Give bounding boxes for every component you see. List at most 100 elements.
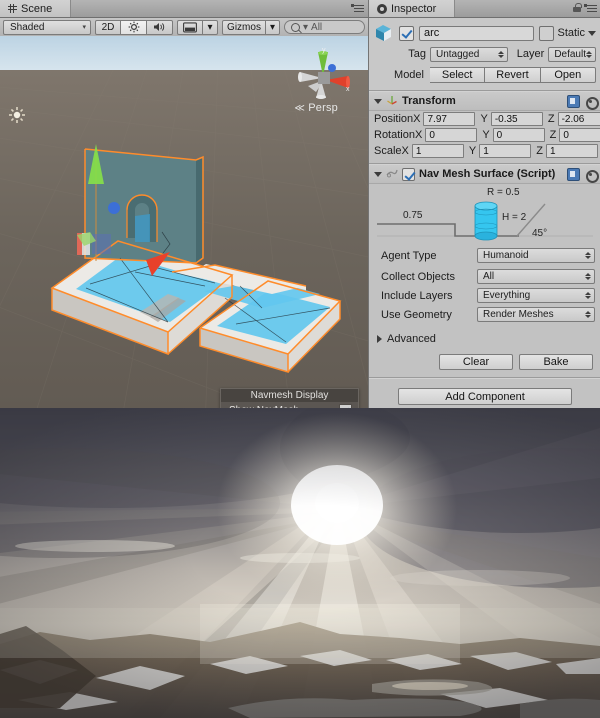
layer-label: Layer — [516, 48, 545, 60]
scene-audio-toggle[interactable] — [147, 19, 173, 35]
inspector-tabstrip: Inspector — [369, 0, 600, 18]
advanced-foldout-icon[interactable] — [377, 335, 382, 343]
agent-parameters-diagram: R = 0.5 H = 2 0.75 45° — [369, 184, 600, 246]
position-z-input[interactable]: -2.06 — [557, 112, 600, 126]
search-scope-chevron-icon: ▾ — [303, 21, 309, 33]
transform-title: Transform — [402, 95, 456, 107]
navmesh-surface-header[interactable]: Nav Mesh Surface (Script) — [369, 165, 600, 184]
scene-lighting-toggle[interactable] — [121, 19, 147, 35]
axis-y-label: Y — [480, 113, 488, 125]
gameobject-name-input[interactable]: arc — [419, 25, 535, 41]
help-book-icon[interactable] — [567, 94, 580, 108]
scene-view-toolbar: Shaded ▾ 2D ▾ Gizmos ▾ ▾ All — [0, 18, 368, 37]
add-component-button[interactable]: Add Component — [398, 388, 572, 405]
static-label: Static — [557, 27, 585, 39]
static-checkbox[interactable] — [539, 25, 555, 41]
use-geometry-dropdown[interactable]: Render Meshes — [477, 307, 595, 322]
advanced-foldout[interactable]: Advanced — [369, 329, 600, 349]
scene-view-panel: Scene Shaded ▾ 2D ▾ Gizmos ▾ ▾ All y x ≪… — [0, 0, 368, 408]
grid-icon — [8, 4, 17, 13]
navmesh-foldout-icon[interactable] — [374, 171, 382, 177]
scene-fx-dropdown[interactable]: ▾ — [203, 19, 218, 35]
transform-header[interactable]: Transform — [369, 92, 600, 111]
toggle-2d-label: 2D — [101, 21, 115, 33]
transform-row-rotation: Rotation X 0 Y 0 Z 0 — [369, 127, 600, 143]
axis-x-label: X — [413, 113, 421, 125]
rotation-x-input[interactable]: 0 — [425, 128, 478, 142]
camera-projection-label[interactable]: ≪ Persp — [294, 102, 338, 114]
axis-x-label: X — [401, 145, 409, 157]
scale-label: Scale — [374, 145, 402, 157]
axis-z-label: Z — [536, 145, 543, 157]
layer-value: Default — [554, 48, 586, 60]
scene-search-input[interactable]: ▾ All — [284, 20, 365, 34]
chevron-updown-icon — [585, 292, 591, 299]
tab-inspector-label: Inspector — [391, 2, 437, 15]
static-dropdown-chevron-icon[interactable] — [588, 30, 596, 36]
tag-label: Tag — [408, 48, 426, 60]
model-open-button[interactable]: Open — [540, 67, 596, 83]
include-layers-label: Include Layers — [381, 289, 453, 302]
position-y-input[interactable]: -0.35 — [490, 112, 543, 126]
scene-search-placeholder: All — [311, 21, 323, 33]
position-x-input[interactable]: 7.97 — [423, 112, 476, 126]
gear-icon[interactable] — [585, 96, 599, 110]
agent-slope-label: 45° — [532, 228, 548, 239]
position-label: Position — [374, 113, 414, 125]
collect-objects-value: All — [483, 271, 495, 282]
model-revert-button[interactable]: Revert — [485, 67, 541, 83]
collect-objects-dropdown[interactable]: All — [477, 269, 595, 284]
tab-scene[interactable]: Scene — [0, 0, 72, 17]
tab-inspector[interactable]: Inspector — [369, 0, 456, 17]
clear-button[interactable]: Clear — [439, 354, 513, 370]
script-icon — [386, 167, 398, 182]
navmesh-display-title: Navmesh Display — [221, 389, 358, 402]
lock-icon[interactable] — [573, 3, 582, 12]
scale-x-input[interactable]: 1 — [411, 144, 464, 158]
scale-z-input[interactable]: 1 — [545, 144, 598, 158]
tag-dropdown[interactable]: Untagged — [430, 46, 509, 62]
gizmo-axis-x-label: x — [346, 86, 350, 93]
scene-fx-toggle[interactable] — [177, 19, 203, 35]
gizmos-dropdown[interactable]: ▾ — [266, 19, 280, 35]
speaker-icon — [154, 23, 165, 31]
gizmos-button[interactable]: Gizmos — [222, 19, 266, 35]
gameobject-enabled-checkbox[interactable] — [399, 25, 414, 41]
scale-y-input[interactable]: 1 — [479, 144, 532, 158]
scene-viewport[interactable]: y x ≪ Persp Navmesh Display Show NavMesh… — [0, 36, 368, 408]
toggle-2d-button[interactable]: 2D — [95, 19, 121, 35]
transform-axis-icon — [386, 94, 398, 109]
agent-type-dropdown[interactable]: Humanoid — [477, 248, 595, 263]
rotation-z-input[interactable]: 0 — [559, 128, 600, 142]
agent-type-label: Agent Type — [381, 249, 437, 262]
gizmo-center-cube — [318, 72, 330, 84]
layer-dropdown[interactable]: Default — [548, 46, 596, 62]
help-book-icon[interactable] — [567, 167, 580, 181]
inspector-panel-menu-icon[interactable] — [584, 3, 597, 13]
axis-z-label: Z — [549, 129, 557, 141]
agent-height-label: H = 2 — [502, 212, 527, 223]
gizmo-sphere-z — [328, 64, 336, 72]
use-geometry-label: Use Geometry — [381, 308, 452, 321]
gear-icon[interactable] — [585, 169, 599, 183]
model-select-button[interactable]: Select — [430, 67, 486, 83]
rotation-y-input[interactable]: 0 — [492, 128, 545, 142]
game-view-panel[interactable] — [0, 408, 600, 718]
navmesh-enabled-checkbox[interactable] — [402, 167, 415, 181]
bake-button[interactable]: Bake — [519, 354, 593, 370]
chevron-updown-icon — [498, 50, 505, 58]
axis-y-label: Y — [468, 145, 477, 157]
game-view-vignette — [0, 408, 600, 718]
transform-foldout-icon[interactable] — [374, 98, 382, 104]
include-layers-dropdown[interactable]: Everything — [477, 288, 595, 303]
persp-label: Persp — [308, 102, 338, 114]
search-icon — [291, 22, 300, 32]
sun-icon — [128, 21, 139, 33]
component-transform: Transform Position X 7.97 Y -0.35 Z -2.0… — [369, 92, 600, 163]
shading-mode-dropdown[interactable]: Shaded ▾ — [3, 19, 91, 35]
shading-mode-label: Shaded — [10, 21, 45, 33]
unity-editor-window: Scene Shaded ▾ 2D ▾ Gizmos ▾ ▾ All y x ≪… — [0, 0, 600, 718]
axis-x-label: X — [414, 129, 423, 141]
scene-panel-menu-icon[interactable] — [351, 3, 364, 13]
scene-orientation-gizmo[interactable]: y x — [294, 46, 356, 104]
